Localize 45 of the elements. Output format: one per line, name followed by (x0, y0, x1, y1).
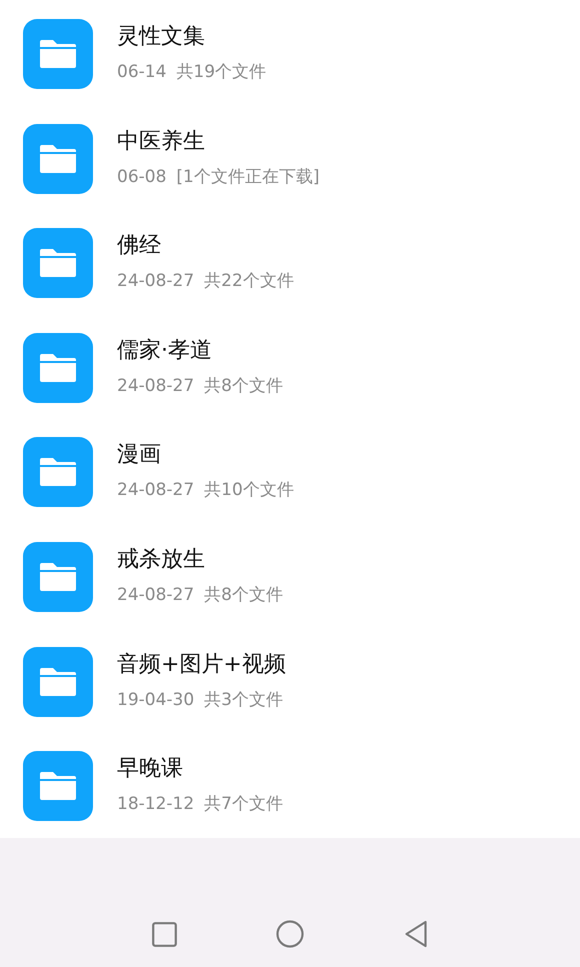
folder-date: 24-08-27 (117, 479, 194, 502)
folder-name: 中医养生 (117, 128, 206, 156)
folder-info: 共10个文件 (204, 479, 294, 502)
home-button[interactable] (275, 919, 305, 949)
folder-name: 戒杀放生 (117, 546, 206, 574)
folder-name: 漫画 (117, 441, 162, 470)
folder-row[interactable]: 漫画 24-08-27 共10个文件 (0, 418, 580, 523)
circle-icon (276, 920, 304, 948)
folder-info: 共8个文件 (204, 374, 283, 397)
folder-date: 24-08-27 (117, 374, 194, 397)
folder-icon (23, 332, 93, 403)
folder-date: 18-12-12 (117, 793, 194, 816)
folder-icon (23, 751, 93, 822)
folder-name: 早晚课 (117, 755, 184, 784)
folder-date: 06-14 (117, 61, 166, 83)
folder-row[interactable]: 戒杀放生 24-08-27 共8个文件 (0, 522, 580, 628)
folder-icon (23, 646, 93, 717)
folder-icon (23, 437, 93, 508)
folder-row[interactable]: 早晚课 18-12-12 共7个文件 (0, 732, 580, 837)
folder-date: 24-08-27 (117, 584, 194, 606)
folder-name: 儒家·孝道 (117, 336, 213, 365)
folder-icon (23, 19, 93, 89)
folder-name: 灵性文集 (117, 23, 206, 51)
folder-icon (23, 124, 93, 194)
folder-info: [1个文件正在下载] (176, 166, 320, 188)
folder-row[interactable]: 音频+图片+视频 19-04-30 共3个文件 (0, 628, 580, 732)
folder-info: 共7个文件 (204, 793, 283, 816)
folder-date: 24-08-27 (117, 270, 194, 292)
folder-info: 共22个文件 (204, 270, 294, 292)
folder-icon (23, 542, 93, 612)
folder-name: 佛经 (117, 232, 162, 260)
folder-date: 19-04-30 (117, 688, 194, 711)
triangle-icon (404, 920, 428, 948)
folder-row[interactable]: 中医养生 06-08 [1个文件正在下载] (0, 104, 580, 210)
folder-info: 共19个文件 (176, 61, 266, 83)
recents-button[interactable] (149, 919, 179, 949)
folder-info: 共8个文件 (204, 584, 283, 606)
folder-row[interactable]: 佛经 24-08-27 共22个文件 (0, 209, 580, 314)
folder-info: 共3个文件 (204, 688, 283, 711)
square-icon (152, 922, 176, 946)
folder-row[interactable]: 灵性文集 06-14 共19个文件 (0, 0, 580, 105)
folder-date: 06-08 (117, 166, 166, 188)
folder-icon (23, 228, 93, 298)
folder-row[interactable]: 儒家·孝道 24-08-27 共8个文件 (0, 314, 580, 418)
folder-name: 音频+图片+视频 (117, 650, 286, 679)
